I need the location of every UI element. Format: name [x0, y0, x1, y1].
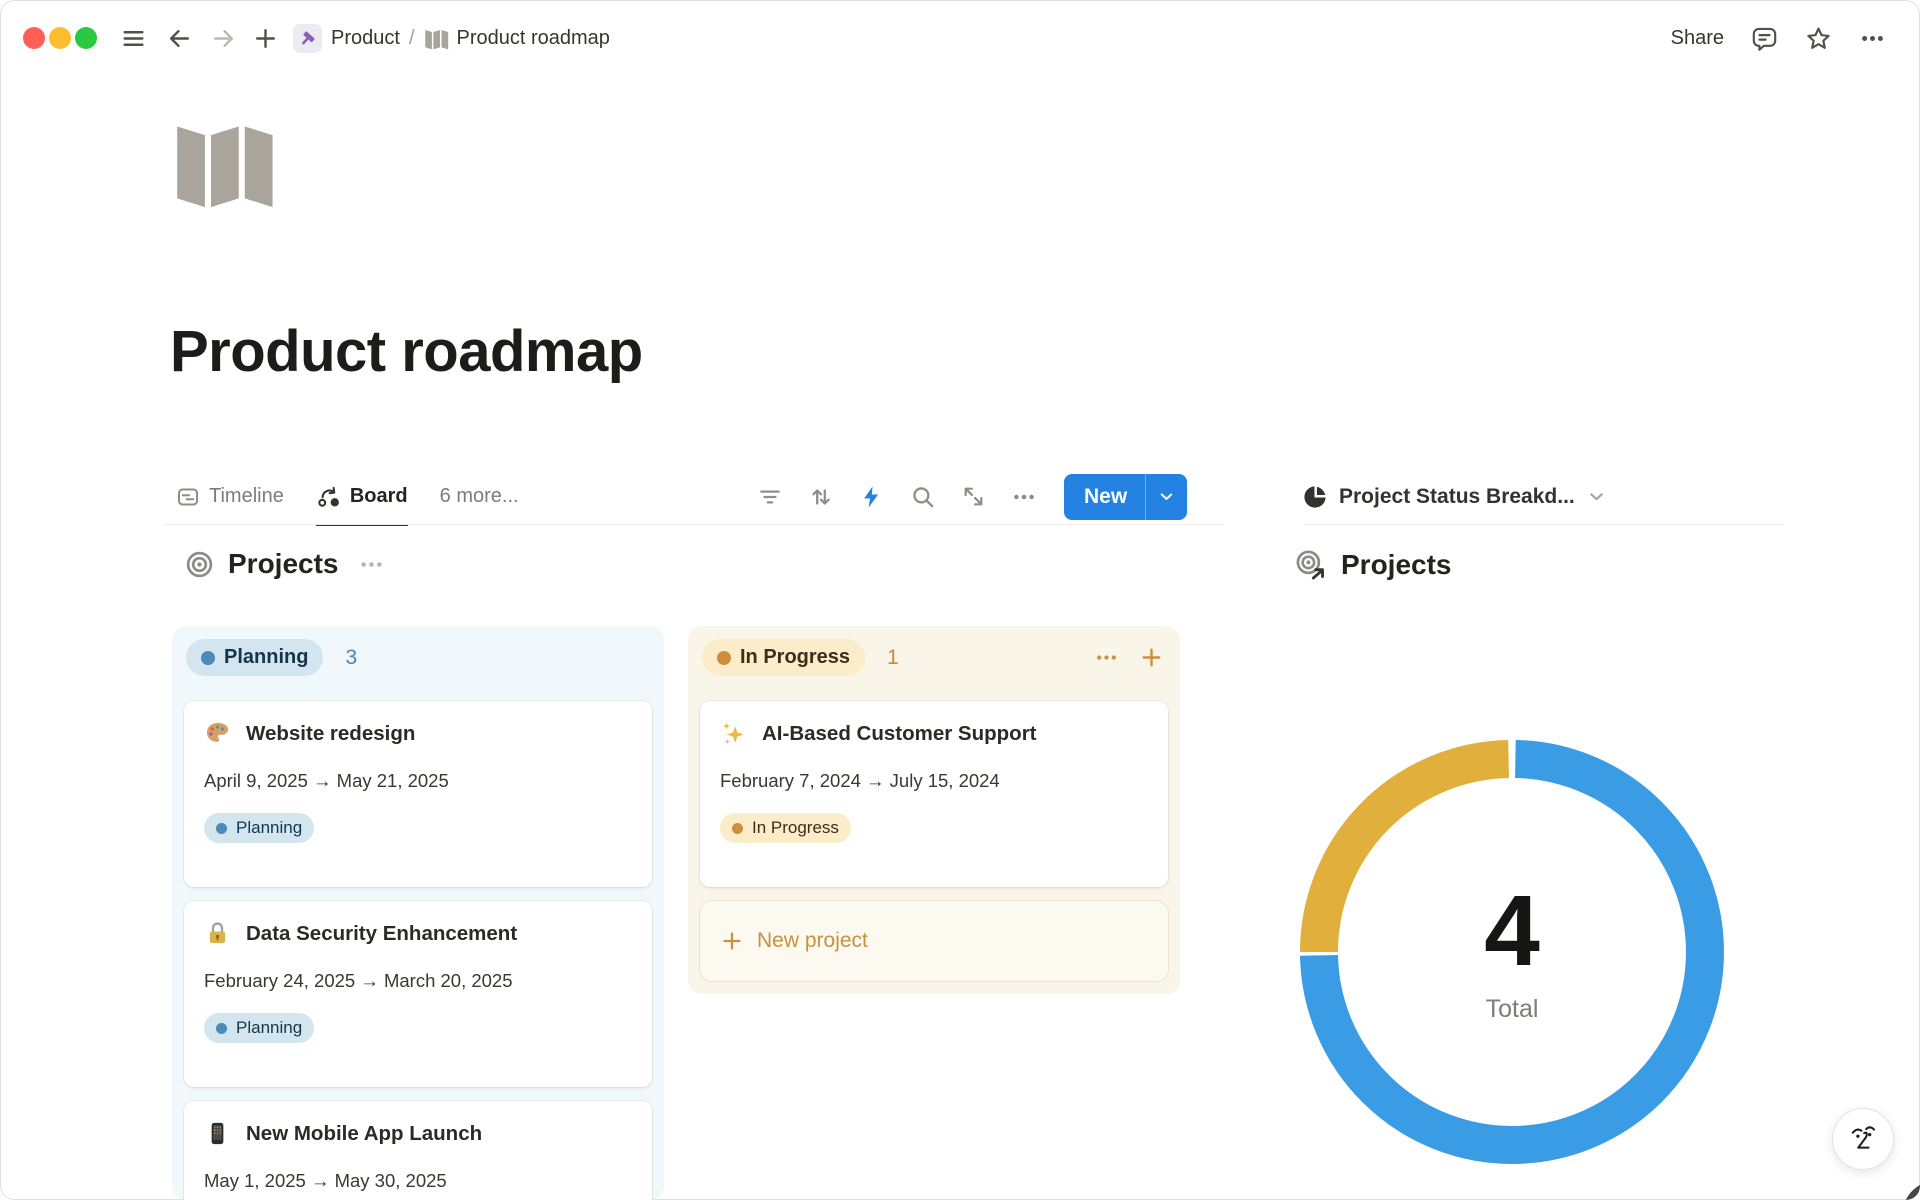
page-map-icon[interactable] — [172, 114, 276, 215]
new-tab-plus-icon[interactable] — [253, 26, 278, 51]
board-section-title: Projects — [228, 548, 339, 580]
titlebar: Product / Product roadmap Share — [0, 0, 1920, 76]
breadcrumb: Product / Product roadmap — [293, 24, 610, 53]
face-icon — [1841, 1117, 1885, 1161]
traffic-light-minimize[interactable] — [49, 27, 71, 49]
team-hammer-icon[interactable] — [293, 24, 322, 53]
card-title: New Mobile App Launch — [246, 1122, 482, 1146]
sidebar-menu-icon[interactable] — [121, 26, 146, 51]
chart-section-header: Projects — [1294, 548, 1452, 582]
pie-chart-icon — [1302, 484, 1328, 510]
card-title: AI-Based Customer Support — [762, 722, 1037, 746]
mobile-phone-icon — [204, 1120, 231, 1147]
sort-icon[interactable] — [808, 484, 834, 510]
divider — [164, 524, 1222, 525]
section-more-icon[interactable] — [358, 551, 385, 578]
view-toolbar: New — [757, 468, 1187, 525]
filter-icon[interactable] — [757, 484, 783, 510]
automation-lightning-icon[interactable] — [859, 484, 885, 510]
card-title: Data Security Enhancement — [246, 922, 517, 946]
linked-target-icon — [1294, 548, 1328, 582]
column-count: 3 — [345, 646, 357, 670]
plus-icon — [720, 929, 744, 953]
column-header: Planning 3 — [172, 626, 664, 676]
assistant-face-button[interactable] — [1832, 1108, 1894, 1170]
chart-section-title: Projects — [1341, 549, 1452, 581]
board-column-planning: Planning 3 Website redesign April 9, 202… — [172, 626, 664, 1200]
forward-icon[interactable] — [211, 26, 236, 51]
card-title: Website redesign — [246, 722, 415, 746]
board-icon — [316, 484, 341, 509]
project-card[interactable]: AI-Based Customer Support February 7, 20… — [700, 701, 1168, 887]
corner-cursor-blob — [1902, 1180, 1920, 1200]
card-status-tag: In Progress — [720, 813, 851, 843]
board-column-in-progress: In Progress 1 AI-Based Customer Support … — [688, 626, 1180, 994]
card-status-tag: Planning — [204, 1013, 314, 1043]
project-card[interactable]: Website redesign April 9, 2025 → May 21,… — [184, 701, 652, 887]
column-header: In Progress 1 — [688, 626, 1180, 676]
map-icon — [424, 27, 449, 50]
new-button[interactable]: New — [1064, 474, 1187, 520]
status-donut-chart[interactable]: 4 Total — [1292, 732, 1732, 1172]
column-count: 1 — [887, 646, 899, 670]
favorite-star-icon[interactable] — [1805, 25, 1832, 52]
project-card[interactable]: Data Security Enhancement February 24, 2… — [184, 901, 652, 1087]
back-icon[interactable] — [167, 26, 192, 51]
status-badge[interactable]: Planning — [186, 639, 323, 676]
tab-board[interactable]: Board — [316, 469, 408, 526]
chevron-down-icon — [1145, 474, 1187, 520]
donut-segment-in-progress — [1319, 759, 1509, 952]
share-button[interactable]: Share — [1671, 27, 1724, 50]
status-dot — [201, 651, 215, 665]
more-icon[interactable] — [1011, 484, 1037, 510]
new-project-button[interactable]: New project — [700, 901, 1168, 981]
tab-more-views[interactable]: 6 more... — [440, 468, 519, 525]
view-tabs: Timeline Board 6 more... — [176, 468, 519, 525]
chevron-down-icon — [1586, 486, 1607, 507]
target-icon — [184, 549, 215, 580]
column-more-icon[interactable] — [1094, 645, 1119, 670]
notion-window: Product / Product roadmap Share Product … — [0, 0, 1920, 1200]
board-section-header: Projects — [184, 548, 385, 580]
status-badge[interactable]: In Progress — [702, 639, 865, 676]
breadcrumb-team[interactable]: Product — [331, 27, 400, 50]
card-status-tag: Planning — [204, 813, 314, 843]
expand-icon[interactable] — [961, 484, 986, 509]
page-title: Product roadmap — [170, 318, 643, 385]
lock-icon — [204, 920, 231, 947]
card-date-range: April 9, 2025 → May 21, 2025 — [204, 770, 632, 792]
card-date-range: February 7, 2024 → July 15, 2024 — [720, 770, 1148, 792]
comments-icon[interactable] — [1751, 25, 1778, 52]
project-card[interactable]: New Mobile App Launch May 1, 2025 → May … — [184, 1101, 652, 1200]
breadcrumb-page[interactable]: Product roadmap — [457, 27, 610, 50]
breadcrumb-separator: / — [409, 27, 415, 50]
more-options-icon[interactable] — [1859, 25, 1886, 52]
sparkles-icon — [720, 720, 747, 747]
artist-palette-icon — [204, 720, 231, 747]
status-dot — [717, 651, 731, 665]
tab-timeline[interactable]: Timeline — [176, 468, 284, 525]
traffic-light-zoom[interactable] — [75, 27, 97, 49]
traffic-light-close[interactable] — [23, 27, 45, 49]
chart-view-selector[interactable]: Project Status Breakd... — [1302, 468, 1607, 525]
column-add-icon[interactable] — [1139, 645, 1164, 670]
search-icon[interactable] — [910, 484, 936, 510]
card-date-range: February 24, 2025 → March 20, 2025 — [204, 970, 632, 992]
card-date-range: May 1, 2025 → May 30, 2025 — [204, 1170, 632, 1192]
timeline-icon — [176, 485, 200, 509]
